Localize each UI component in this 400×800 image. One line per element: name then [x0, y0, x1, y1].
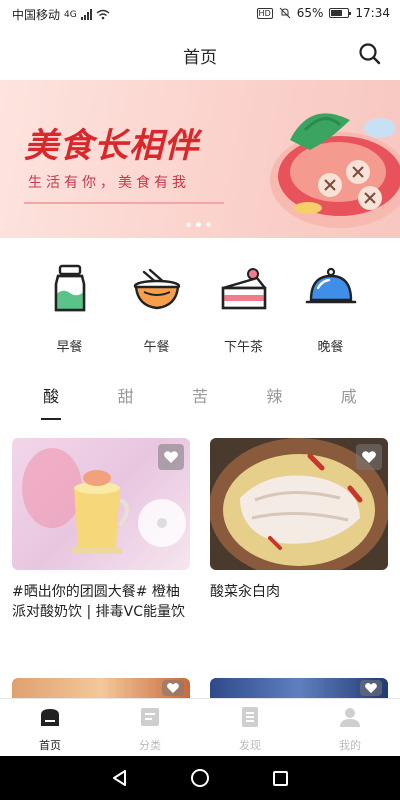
tab-sweet[interactable]: 甜 — [106, 380, 146, 420]
carrier-label: 中国移动 — [12, 8, 61, 22]
system-navigation-bar — [0, 756, 400, 800]
heart-icon — [164, 451, 178, 463]
category-row: 早餐 午餐 下午茶 晚餐 — [0, 262, 400, 362]
carousel-dots — [186, 222, 211, 227]
back-icon[interactable] — [110, 768, 130, 788]
carousel-dot[interactable] — [186, 222, 191, 227]
tab-sour[interactable]: 酸 — [31, 380, 71, 420]
search-button[interactable] — [356, 40, 384, 68]
nav-discover[interactable]: 发现 — [200, 699, 300, 756]
status-left: 中国移动 4G — [12, 6, 110, 23]
favorite-button[interactable] — [162, 680, 184, 696]
heart-icon — [365, 683, 377, 694]
heart-icon — [362, 451, 376, 463]
clock: 17:34 — [355, 6, 390, 20]
recipe-caption: 酸菜汆白肉 — [210, 584, 280, 600]
recipe-caption: #晒出你的团圆大餐# 橙柚派对酸奶饮 | 排毒VC能量饮 — [12, 584, 185, 620]
favorite-button[interactable] — [360, 680, 382, 696]
battery-icon — [329, 8, 352, 18]
promo-banner[interactable]: 美食长相伴 生活有你，美食有我 — [0, 80, 400, 238]
bottom-nav: 首页 分类 发现 我的 — [0, 698, 400, 756]
tab-salty[interactable]: 咸 — [329, 380, 369, 420]
category-dinner[interactable]: 晚餐 — [299, 262, 363, 362]
heart-icon — [167, 683, 179, 694]
tab-bitter[interactable]: 苦 — [180, 380, 220, 420]
recipe-card[interactable]: #晒出你的团圆大餐# 橙柚派对酸奶饮 | 排毒VC能量饮 — [12, 438, 190, 622]
recipe-card[interactable]: 酸菜汆白肉 — [210, 438, 388, 602]
category-breakfast[interactable]: 早餐 — [38, 262, 102, 362]
cake-icon — [221, 268, 266, 310]
flavor-tabs: 酸 甜 苦 辣 咸 — [0, 380, 400, 420]
banner-subtitle: 生活有你，美食有我 — [28, 175, 190, 191]
hd-badge: HD — [256, 7, 273, 19]
battery-percent: 65% — [296, 6, 324, 20]
tab-spicy[interactable]: 辣 — [254, 380, 294, 420]
recents-icon[interactable] — [270, 768, 290, 788]
milk-bottle-icon — [54, 264, 85, 312]
category-afternoon-tea[interactable]: 下午茶 — [212, 262, 276, 362]
mute-bell-icon — [279, 7, 291, 19]
nav-profile[interactable]: 我的 — [300, 699, 400, 756]
category-label: 晚餐 — [317, 340, 344, 355]
discover-icon — [242, 707, 258, 727]
category-label: 下午茶 — [223, 340, 263, 355]
network-label: 4G — [64, 9, 77, 20]
category-label: 午餐 — [143, 340, 170, 355]
nav-label: 分类 — [139, 739, 161, 752]
recipe-image — [12, 438, 190, 570]
home-circle-icon[interactable] — [189, 767, 211, 789]
noodle-bowl-icon — [133, 268, 180, 310]
nav-home[interactable]: 首页 — [0, 699, 100, 756]
page-title: 首页 — [183, 48, 217, 68]
dish-cloche-icon — [305, 267, 356, 304]
nav-label: 发现 — [239, 739, 261, 752]
signal-icon — [80, 9, 92, 20]
recipe-image — [12, 678, 190, 698]
carousel-dot[interactable] — [206, 222, 211, 227]
app-header: 首页 — [0, 28, 400, 80]
banner-divider — [24, 202, 224, 204]
category-label: 早餐 — [56, 340, 83, 355]
recipe-image — [210, 678, 388, 698]
carousel-dot-active[interactable] — [196, 222, 201, 227]
nav-label: 首页 — [39, 739, 61, 752]
recipe-card[interactable] — [210, 678, 388, 698]
nav-label: 我的 — [339, 739, 361, 752]
favorite-button[interactable] — [158, 444, 184, 470]
search-icon — [359, 43, 381, 65]
status-bar: 中国移动 4G HD 65% 17:34 — [0, 0, 400, 28]
hotpot-illustration — [270, 113, 400, 228]
status-right: HD 65% 17:34 — [256, 6, 390, 20]
banner-title: 美食长相伴 — [24, 126, 199, 166]
category-lunch[interactable]: 午餐 — [125, 262, 189, 362]
profile-icon — [340, 708, 360, 727]
category-icon — [141, 708, 159, 726]
favorite-button[interactable] — [356, 444, 382, 470]
nav-category[interactable]: 分类 — [100, 699, 200, 756]
wifi-icon — [96, 9, 110, 20]
home-icon — [41, 709, 59, 726]
recipe-image — [210, 438, 388, 570]
recipe-card[interactable] — [12, 678, 190, 698]
